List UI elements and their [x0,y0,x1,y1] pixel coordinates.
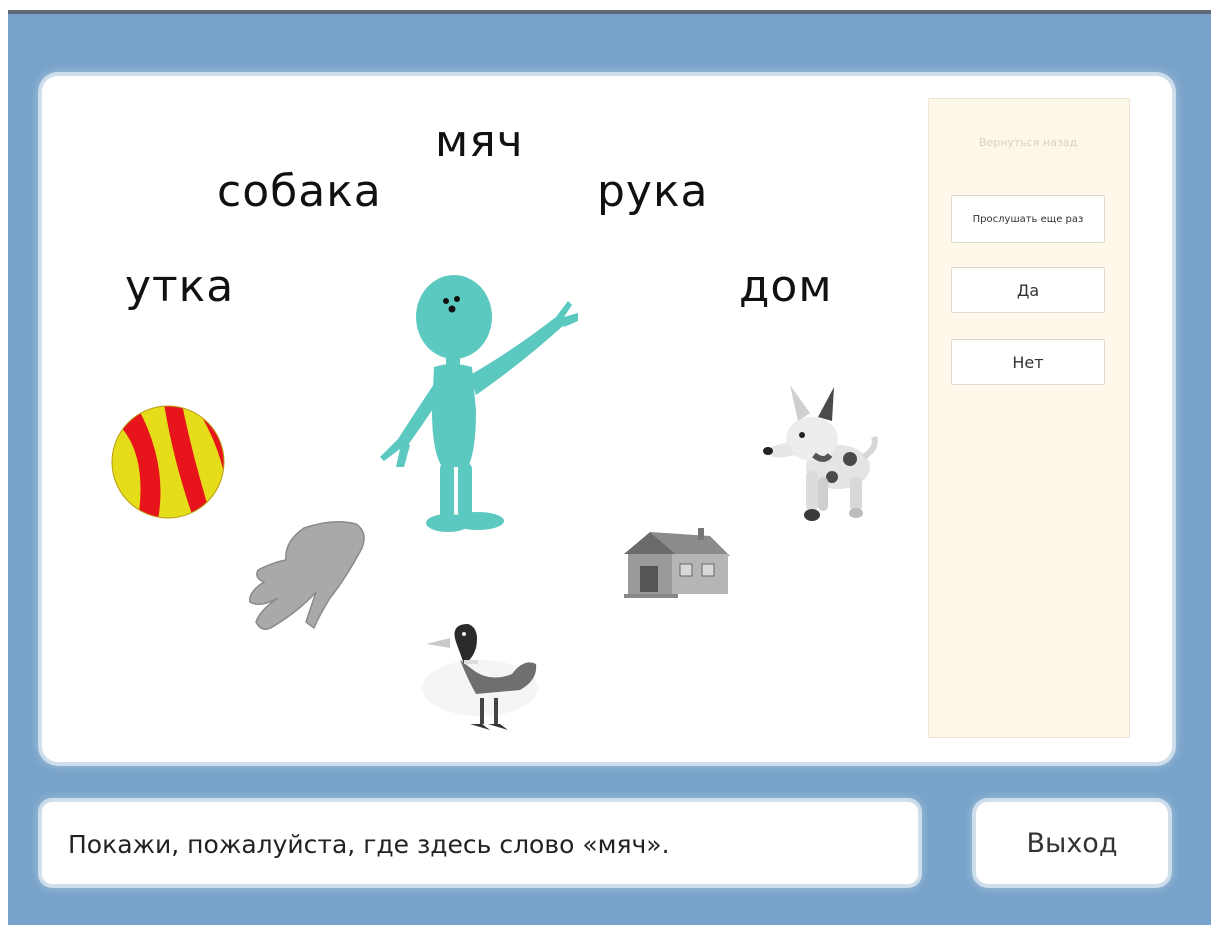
prompt-box: Покажи, пожалуйста, где здесь слово «мяч… [42,802,918,884]
prompt-text: Покажи, пожалуйста, где здесь слово «мяч… [68,830,670,859]
word-ball[interactable]: мяч [435,120,524,164]
back-button[interactable]: Вернуться назад [951,119,1105,165]
sidebar: Вернуться назад Прослушать еще раз Да Не… [928,98,1130,738]
main-panel: мяч собака рука утка дом Вернуться назад… [42,76,1172,762]
yes-button[interactable]: Да [951,267,1105,313]
ball-image[interactable] [108,404,228,520]
house-image[interactable] [614,522,734,606]
dog-image[interactable] [754,381,882,531]
word-duck[interactable]: утка [125,265,234,309]
duck-image[interactable] [420,620,542,738]
hand-image[interactable] [244,518,374,636]
exit-button[interactable]: Выход [976,802,1168,884]
app-window: мяч собака рука утка дом Вернуться назад… [8,10,1211,925]
word-hand[interactable]: рука [597,170,709,214]
no-button[interactable]: Нет [951,339,1105,385]
word-house[interactable]: дом [739,265,833,309]
word-dog[interactable]: собака [217,170,382,214]
replay-button[interactable]: Прослушать еще раз [951,195,1105,243]
pointing-character-image [380,275,578,532]
